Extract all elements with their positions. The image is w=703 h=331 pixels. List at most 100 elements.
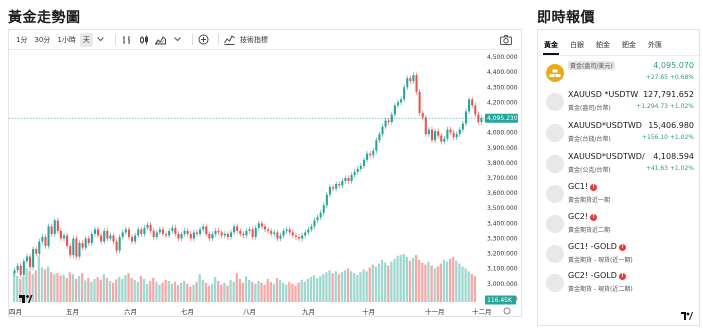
x-tick-label: 十月	[362, 307, 375, 316]
quote-row-xauusd-gram-twd[interactable]: XAUUSD*USDTWD/ 黃金(公克/台幣) 4,108.594 +41.6…	[543, 151, 696, 179]
volume-bar	[337, 274, 340, 302]
placeholder-icon	[546, 215, 564, 233]
quote-row-gc2-gold[interactable]: GC2! -GOLD! 黃金期貨 - 現貨(近二期)	[543, 270, 696, 298]
tab-gold[interactable]: 黃金	[543, 40, 559, 55]
candle-body	[322, 205, 325, 213]
volume-bar	[350, 271, 353, 302]
interval-30min[interactable]: 30分	[31, 33, 53, 47]
quote-row-xauusd-tael-twd[interactable]: XAUUSD*USDTWD 黃金(台錢/台幣) 15,406.980 +156.…	[543, 120, 696, 148]
quote-change: +1,294.73 +1.02%	[636, 103, 694, 110]
x-tick-label: 七月	[181, 307, 194, 316]
candle-body	[223, 233, 226, 236]
tab-forex[interactable]: 外匯	[648, 40, 662, 55]
candle-body	[62, 235, 66, 239]
volume-bar	[40, 267, 44, 302]
volume-bar	[331, 273, 334, 302]
candle-body	[208, 233, 211, 239]
gold-bars-icon	[546, 64, 564, 82]
tab-silver[interactable]: 白銀	[570, 40, 584, 55]
volume-bar	[328, 270, 331, 302]
toolbar-divider	[217, 34, 219, 45]
quote-change: +41.63 +1.02%	[645, 165, 694, 172]
candle-body	[325, 194, 328, 206]
y-tick-label: 4,400.000	[487, 69, 518, 76]
volume-bar	[158, 284, 161, 302]
volume-bar	[254, 283, 257, 302]
chevron-down-icon[interactable]	[171, 33, 185, 47]
quote-symbol-wrap: GC1!!	[568, 182, 598, 191]
interval-1hour[interactable]: 1小時	[54, 33, 78, 47]
volume-bar	[439, 263, 443, 302]
volume-bar	[421, 262, 424, 302]
volume-bar	[130, 278, 133, 302]
candlestick-icon[interactable]	[137, 33, 151, 47]
volume-bar	[232, 281, 235, 302]
volume-bar	[300, 279, 303, 302]
interval-day[interactable]: 天	[79, 32, 93, 47]
candle-body	[87, 238, 90, 244]
candle-body	[366, 153, 369, 160]
candle-body	[251, 229, 254, 237]
toolbar-divider	[191, 34, 193, 45]
candle-body	[335, 184, 338, 189]
y-tick-label: 3,700.000	[487, 175, 518, 182]
volume-bar	[343, 270, 347, 302]
indicators-button[interactable]: 技術指標	[223, 33, 268, 47]
volume-bar	[368, 267, 371, 302]
volume-bar	[164, 279, 167, 302]
candle-body	[239, 230, 242, 234]
volume-bar	[285, 284, 288, 302]
volume-bar	[402, 254, 405, 302]
candle-body	[294, 235, 297, 237]
candle-body	[35, 249, 38, 254]
volume-bar	[90, 281, 93, 302]
volume-bar	[396, 255, 399, 302]
candle-body	[415, 75, 418, 92]
tradingview-watermark	[26, 295, 29, 298]
candle-body	[288, 229, 291, 233]
volume-bar	[470, 274, 473, 302]
candle-body	[38, 241, 41, 254]
chevron-down-icon[interactable]	[94, 33, 108, 47]
candle-body	[168, 230, 171, 236]
candle-body	[369, 153, 372, 156]
compare-add-icon[interactable]	[197, 33, 211, 47]
quote-row-gc2[interactable]: GC2!! 黃金期貨近二期	[543, 211, 696, 239]
volume-bar	[362, 269, 365, 302]
price-chart[interactable]: 2,900.0003,000.0003,100.0003,200.0003,30…	[9, 50, 521, 316]
volume-bar	[353, 273, 356, 302]
volume-bar	[99, 279, 102, 302]
volume-bar	[47, 266, 50, 302]
y-tick-label: 3,400.000	[487, 220, 518, 227]
candle-body	[307, 229, 310, 233]
quote-subtitle: 黃金期貨 - 現貨(近二期)	[568, 286, 633, 293]
y-tick-label: 4,000.000	[487, 130, 518, 137]
volume-bar	[50, 272, 53, 302]
volume-bar	[411, 257, 415, 302]
interval-1min[interactable]: 1分	[13, 33, 30, 47]
camera-icon[interactable]	[499, 33, 513, 47]
quote-subtitle: 黃金期貨近一期	[568, 197, 611, 204]
volume-bar	[53, 274, 56, 302]
x-tick-label: 八月	[243, 308, 256, 316]
area-chart-icon[interactable]	[154, 33, 168, 47]
quote-row-xauusd-oz-twd[interactable]: XAUUSD *USDTW 黃金(盎司/台幣) 127,791.652 +1,2…	[543, 89, 696, 117]
volume-bar	[260, 282, 263, 302]
tab-palladium[interactable]: 鈀金	[622, 40, 636, 55]
quote-row-gc1[interactable]: GC1!! 黃金期貨近一期	[543, 181, 696, 209]
quote-symbol: GC2!	[568, 212, 589, 221]
candle-body	[81, 243, 84, 248]
candle-body	[90, 233, 93, 244]
tab-platinum[interactable]: 鉑金	[596, 40, 610, 55]
quote-subtitle: 黃金(盎司/台幣)	[568, 105, 611, 112]
quote-row-gold[interactable]: 黃金(盎司/美元) 4,095.070 +27.65 +0.68%	[543, 60, 696, 88]
volume-bar	[121, 278, 124, 302]
candle-body	[149, 224, 152, 231]
volume-bar	[294, 285, 297, 302]
volume-bar	[170, 283, 173, 302]
bar-chart-icon[interactable]	[120, 33, 134, 47]
quote-row-gc1-gold[interactable]: GC1! -GOLD! 黃金期貨 - 現貨(近一期)	[543, 241, 696, 269]
candle-body	[276, 232, 279, 239]
candle-body	[304, 232, 307, 236]
candle-body	[174, 227, 177, 234]
